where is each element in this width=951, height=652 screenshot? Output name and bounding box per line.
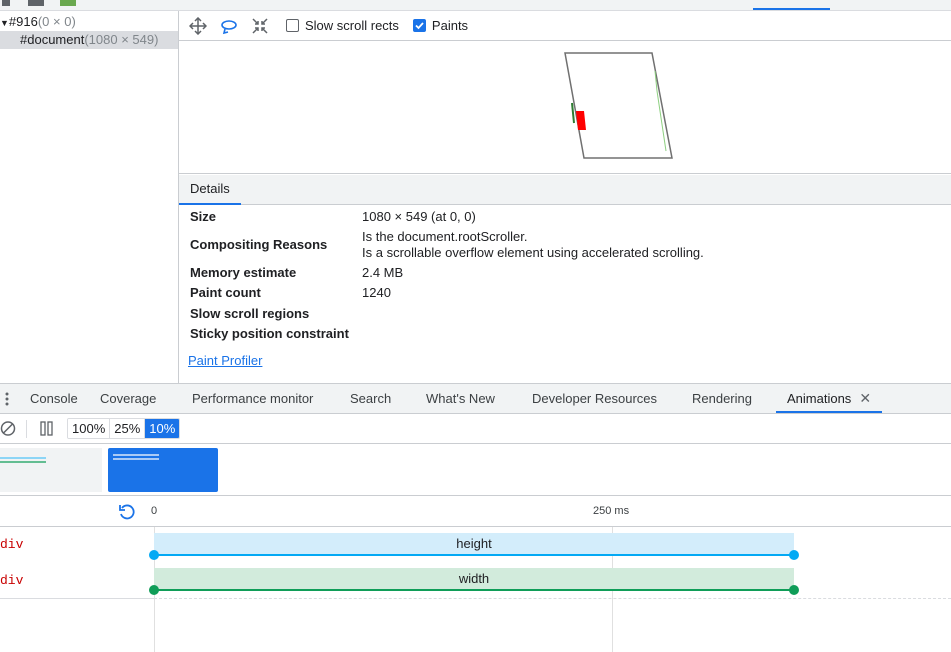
- document-layer-quad: [564, 52, 673, 159]
- checkmark-icon: [415, 22, 424, 30]
- memory-estimate-key: Memory estimate: [190, 265, 297, 280]
- tab-rendering[interactable]: Rendering: [692, 384, 752, 413]
- more-tabs-menu-icon[interactable]: [2, 391, 12, 407]
- animation-line-height: [154, 554, 794, 556]
- animation-group-preview-2[interactable]: [108, 448, 218, 492]
- node-label-div-1[interactable]: div: [0, 537, 23, 552]
- paint-profiler-link[interactable]: Paint Profiler: [188, 353, 262, 368]
- tab-performance-monitor[interactable]: Performance monitor: [192, 384, 313, 413]
- layer-3d-view: [564, 52, 673, 159]
- tab-animations-label: Animations: [787, 391, 852, 406]
- slow-scroll-rects-checkbox[interactable]: [286, 19, 299, 32]
- compositing-reasons-key: Compositing Reasons: [190, 237, 328, 252]
- rotate-mode-icon[interactable]: [218, 15, 240, 37]
- tab-whats-new[interactable]: What's New: [426, 384, 495, 413]
- node-label-div-2[interactable]: div: [0, 573, 23, 588]
- animation-timeline: div height div width: [0, 527, 951, 652]
- animations-toolbar: 100% 25% 10%: [0, 414, 951, 444]
- tab-animations[interactable]: Animations ✕: [776, 384, 883, 413]
- animation-bar-height[interactable]: height: [154, 533, 794, 554]
- clear-all-icon[interactable]: [0, 420, 17, 440]
- layer-tree: ▼#916(0 × 0) #document(1080 × 549): [0, 11, 179, 383]
- animation-groups: [0, 444, 951, 496]
- pause-all-icon[interactable]: [40, 421, 54, 439]
- keyframe-start-width[interactable]: [149, 585, 159, 595]
- tab-console[interactable]: Console: [30, 384, 78, 413]
- layer-icon[interactable]: [2, 0, 10, 6]
- keyframe-start-height[interactable]: [149, 550, 159, 560]
- row-separator: [0, 598, 154, 599]
- tick-label-0: 0: [151, 505, 158, 517]
- tab-details[interactable]: Details: [179, 175, 241, 205]
- compositing-reason-1: Is the document.rootScroller.: [362, 229, 528, 244]
- timeline-header: 0 250 ms: [0, 496, 951, 527]
- active-panel-tab-indicator: [753, 8, 830, 10]
- extension-icon[interactable]: [60, 0, 76, 6]
- tick-label-250: 250 ms: [593, 505, 630, 517]
- paints-label[interactable]: Paints: [432, 18, 468, 33]
- layer-viewer-toolbar: Slow scroll rects Paints: [179, 11, 951, 41]
- keyframe-end-height[interactable]: [789, 550, 799, 560]
- tree-item-916[interactable]: ▼#916(0 × 0): [0, 13, 76, 31]
- size-key: Size: [190, 209, 217, 224]
- memory-estimate-value: 2.4 MB: [362, 265, 404, 280]
- compositing-reason-2: Is a scrollable overflow element using a…: [362, 245, 704, 260]
- speed-25-button[interactable]: 25%: [110, 419, 146, 438]
- details-tab-bar: Details: [179, 175, 951, 205]
- details-panel: Size 1080 × 549 (at 0, 0) Compositing Re…: [179, 205, 951, 383]
- slow-scroll-rects-label[interactable]: Slow scroll rects: [305, 18, 399, 33]
- pan-mode-icon[interactable]: [187, 15, 209, 37]
- animation-bar-width[interactable]: width: [154, 568, 794, 589]
- size-value: 1080 × 549 (at 0, 0): [362, 209, 476, 224]
- tab-developer-resources[interactable]: Developer Resources: [532, 384, 657, 413]
- paints-checkbox[interactable]: [412, 19, 426, 32]
- playback-speed-group: 100% 25% 10%: [67, 418, 181, 439]
- animation-group-preview-1[interactable]: [0, 448, 102, 492]
- tree-item-document[interactable]: #document(1080 × 549): [0, 31, 178, 49]
- group-preview-lines-selected: [113, 454, 159, 460]
- expand-arrow-icon[interactable]: ▼: [0, 18, 9, 28]
- speed-100-button[interactable]: 100%: [68, 419, 111, 438]
- top-tab-strip: [0, 0, 951, 11]
- tab-coverage[interactable]: Coverage: [100, 384, 156, 413]
- slow-scroll-regions-key: Slow scroll regions: [190, 306, 310, 321]
- replay-icon[interactable]: [118, 503, 136, 524]
- layer-3d-canvas[interactable]: [179, 41, 951, 174]
- paint-count-key: Paint count: [190, 285, 261, 300]
- close-icon[interactable]: ✕: [859, 384, 871, 413]
- keyframe-end-width[interactable]: [789, 585, 799, 595]
- paint-count-value: 1240: [362, 285, 391, 300]
- group-preview-lines: [0, 457, 46, 463]
- animation-line-width: [154, 589, 794, 591]
- layer-edge-mark: [571, 102, 575, 124]
- row-separator-dashed: [154, 598, 951, 599]
- reset-transform-icon[interactable]: [249, 15, 271, 37]
- sticky-position-constraint-key: Sticky position constraint: [190, 326, 349, 341]
- tab-search[interactable]: Search: [350, 384, 391, 413]
- grid-icon[interactable]: [28, 0, 44, 6]
- speed-10-button[interactable]: 10%: [145, 419, 180, 438]
- drawer-tab-bar: Console Coverage Performance monitor Sea…: [0, 383, 951, 414]
- toolbar-divider: [26, 420, 27, 438]
